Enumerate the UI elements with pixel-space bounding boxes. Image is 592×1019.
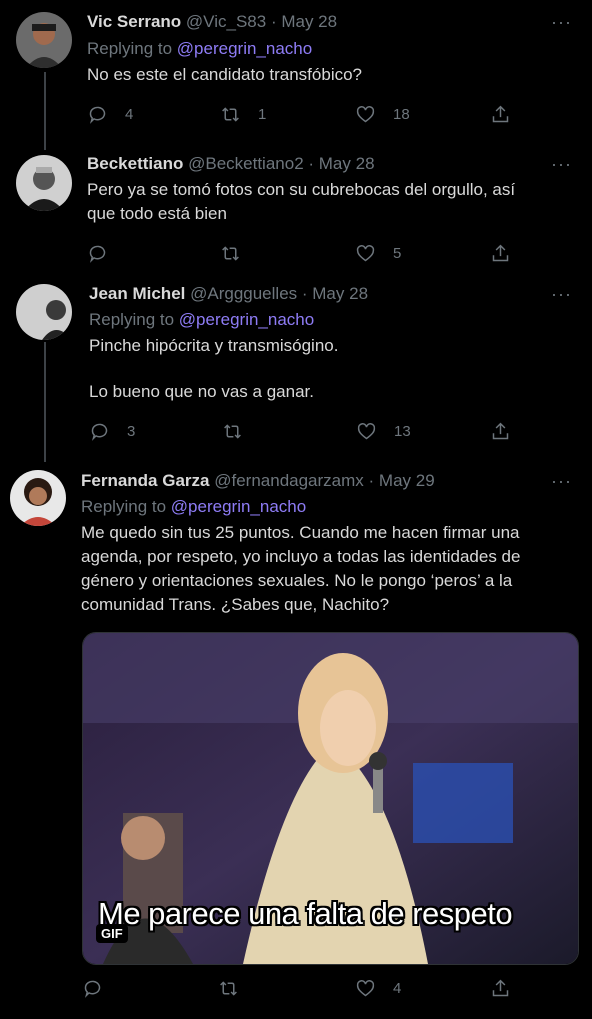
- share-icon: [492, 244, 509, 262]
- author-name[interactable]: Fernanda Garza: [81, 471, 210, 490]
- like-button[interactable]: 13: [356, 421, 411, 442]
- tweet-date[interactable]: · May 28: [271, 12, 337, 31]
- retweet-icon: [224, 424, 241, 439]
- gif-badge: GIF: [96, 924, 128, 943]
- retweet-button[interactable]: [218, 978, 256, 999]
- like-button[interactable]: 18: [355, 104, 410, 125]
- retweet-button[interactable]: [220, 243, 258, 264]
- like-button[interactable]: 5: [355, 243, 401, 264]
- author-name[interactable]: Vic Serrano: [87, 12, 181, 31]
- tweet-text-line: Pero ya se tomó fotos con su cubrebocas …: [87, 180, 516, 199]
- tweet-text-line: que todo está bien: [87, 204, 227, 223]
- like-count: 13: [394, 423, 411, 440]
- replying-label: Replying to: [81, 497, 167, 516]
- reply-button[interactable]: [87, 243, 125, 264]
- author-name[interactable]: Beckettiano: [87, 154, 183, 173]
- avatar[interactable]: [16, 284, 72, 340]
- retweet-icon: [220, 981, 237, 996]
- tweet-actions: 3 13: [0, 421, 592, 445]
- retweet-button[interactable]: [222, 421, 260, 442]
- tweet-date[interactable]: · May 29: [369, 471, 435, 490]
- tweet-header: Fernanda Garza @fernandagarzamx · May 29: [81, 471, 435, 491]
- avatar[interactable]: [10, 470, 66, 526]
- reply-icon: [84, 980, 101, 998]
- author-handle[interactable]: @Beckettiano2: [188, 154, 304, 173]
- replying-to: Replying to @peregrin_nacho: [89, 310, 314, 330]
- reply-button[interactable]: 3: [89, 421, 135, 442]
- share-button[interactable]: [490, 978, 511, 999]
- tweet-text-line: agenda, por respeto, yo incluyo a todas …: [81, 547, 521, 566]
- tweet-header: Beckettiano @Beckettiano2 · May 28: [87, 154, 375, 174]
- avatar[interactable]: [16, 12, 72, 68]
- reply-count: 4: [125, 106, 134, 123]
- retweet-icon: [222, 246, 239, 261]
- like-icon: [356, 106, 375, 123]
- reply-icon: [91, 423, 108, 441]
- tweet-text-line: Lo bueno que no vas a ganar.: [89, 382, 314, 401]
- tweet-actions: 4 1 18: [0, 104, 592, 128]
- share-icon: [492, 979, 509, 997]
- share-button[interactable]: [490, 243, 511, 264]
- tweet-text: Me quedo sin tus 25 puntos. Cuando me ha…: [81, 521, 520, 617]
- more-icon[interactable]: ···: [551, 12, 572, 33]
- like-count: 18: [393, 106, 410, 123]
- like-icon: [356, 980, 375, 997]
- tweet-actions: 4: [0, 978, 592, 1002]
- more-icon[interactable]: ···: [551, 284, 572, 305]
- tweet-text: No es este el candidato transfóbico?: [87, 63, 362, 87]
- tweet-text-line: Me quedo sin tus 25 puntos. Cuando me ha…: [81, 523, 520, 542]
- mention-link[interactable]: @peregrin_nacho: [177, 39, 312, 58]
- gif-caption: Me parece una falta de respeto: [98, 896, 513, 931]
- tweet-text: Pero ya se tomó fotos con su cubrebocas …: [87, 178, 515, 226]
- tweet-text-line: [89, 358, 338, 380]
- mention-link[interactable]: @peregrin_nacho: [179, 310, 314, 329]
- tweet-header: Jean Michel @Arggguelles · May 28: [89, 284, 368, 304]
- replying-to: Replying to @peregrin_nacho: [81, 497, 306, 517]
- tweet-text-line: comunidad Trans. ¿Sabes que, Nachito?: [81, 595, 390, 614]
- share-icon: [492, 105, 509, 123]
- share-button[interactable]: [490, 421, 511, 442]
- tweet-text-line: No es este el candidato transfóbico?: [87, 65, 363, 84]
- more-icon[interactable]: ···: [551, 471, 572, 492]
- tweet-date[interactable]: · May 28: [302, 284, 368, 303]
- tweet-text-line: Pinche hipócrita y transmisógino.: [89, 336, 339, 355]
- reply-count: 3: [127, 423, 136, 440]
- retweet-count: 1: [258, 106, 267, 123]
- like-icon: [357, 423, 376, 440]
- retweet-button[interactable]: 1: [220, 104, 266, 125]
- author-handle[interactable]: @fernandagarzamx: [214, 471, 364, 490]
- share-icon: [492, 422, 509, 440]
- like-count: 5: [393, 245, 402, 262]
- tweet-date[interactable]: · May 28: [308, 154, 374, 173]
- avatar[interactable]: [16, 155, 72, 211]
- like-icon: [356, 245, 375, 262]
- author-name[interactable]: Jean Michel: [89, 284, 185, 303]
- share-button[interactable]: [490, 104, 511, 125]
- author-handle[interactable]: @Arggguelles: [190, 284, 297, 303]
- author-handle[interactable]: @Vic_S83: [186, 12, 266, 31]
- retweet-icon: [222, 107, 239, 122]
- like-count: 4: [393, 980, 402, 997]
- tweet-header: Vic Serrano @Vic_S83 · May 28: [87, 12, 337, 32]
- tweet-actions: 5: [0, 243, 592, 267]
- reply-button[interactable]: [82, 978, 120, 999]
- reply-button[interactable]: 4: [87, 104, 133, 125]
- like-button[interactable]: 4: [355, 978, 401, 999]
- more-icon[interactable]: ···: [551, 154, 572, 175]
- replying-label: Replying to: [87, 39, 173, 58]
- tweet-text-line: género y orientaciones sexuales. No le p…: [81, 571, 513, 590]
- mention-link[interactable]: @peregrin_nacho: [171, 497, 306, 516]
- reply-icon: [89, 245, 106, 263]
- reply-icon: [89, 106, 106, 124]
- tweet-text: Pinche hipócrita y transmisógino. Lo bue…: [89, 334, 338, 404]
- replying-to: Replying to @peregrin_nacho: [87, 39, 312, 59]
- replying-label: Replying to: [89, 310, 175, 329]
